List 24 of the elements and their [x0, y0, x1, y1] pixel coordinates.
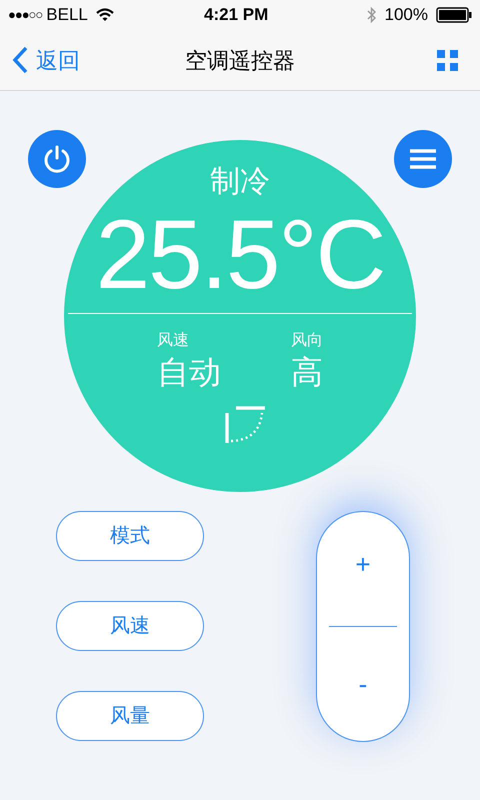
- status-time: 4:21 PM: [204, 4, 268, 26]
- function-button[interactable]: 风速: [56, 601, 204, 651]
- wifi-icon: [96, 8, 114, 22]
- screen-title: 空调遥控器: [185, 46, 295, 74]
- power-icon: [42, 144, 72, 174]
- decrease-button[interactable]: -: [317, 627, 409, 741]
- temperature-reading: 25.5°C: [96, 204, 384, 304]
- increase-button[interactable]: +: [317, 512, 409, 626]
- function-button[interactable]: 风量: [56, 691, 204, 741]
- menu-icon: [409, 148, 437, 170]
- bluetooth-icon: [366, 6, 377, 24]
- chevron-left-icon: [12, 46, 28, 74]
- signal-strength: ●●●○○: [8, 6, 42, 24]
- battery-icon: [436, 7, 472, 23]
- grid-icon[interactable]: [437, 50, 458, 70]
- reading-value: 自动: [157, 353, 221, 392]
- reading-label: 风向: [291, 331, 323, 351]
- carrier-name: BELL: [46, 4, 88, 26]
- mode-label: 制冷: [210, 164, 270, 200]
- reading-label: 风速: [157, 330, 190, 351]
- reading-value: 高: [291, 353, 323, 392]
- battery-percent: 100%: [384, 4, 428, 26]
- back-button[interactable]: 返回: [12, 44, 80, 76]
- function-button[interactable]: 模式: [56, 511, 204, 561]
